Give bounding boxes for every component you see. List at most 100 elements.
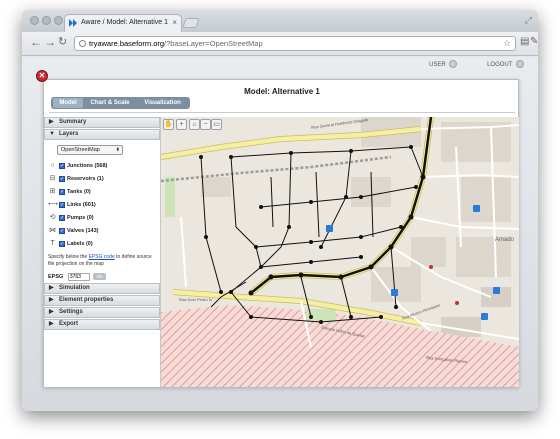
section-element-properties-label: Element properties [59, 297, 114, 303]
address-path: /?baseLayer=OpenStreetMap [164, 39, 263, 48]
pump-icon: ⟲ [49, 214, 56, 221]
layer-checkbox[interactable]: ✓ [59, 188, 65, 195]
layer-label: Tanks (0) [67, 189, 91, 195]
back-icon[interactable]: ← [30, 35, 42, 49]
layer-item-junctions[interactable]: ○ ✓ Junctions (568) [48, 161, 107, 170]
basemap-value: OpenStreetMap [61, 147, 100, 153]
expand-icon: ▶ [49, 321, 54, 327]
browser-window: Aware / Model: Alternative 1 × ⤢ ← → ↻ t… [22, 10, 538, 411]
model-title: Model: Alternative 1 [244, 87, 320, 96]
tab-model[interactable]: Model [53, 98, 83, 108]
select-arrows-icon: ⬍ [115, 147, 120, 153]
layer-item-reservoirs[interactable]: ⊟ ✓ Reservoirs (1) [48, 174, 104, 183]
reload-icon[interactable]: ↻ [58, 35, 67, 48]
fullscreen-icon[interactable]: ⤢ [525, 15, 532, 26]
layer-checkbox[interactable]: ✓ [59, 227, 65, 234]
measure-icon[interactable]: ▭ [211, 119, 222, 130]
expand-icon: ▶ [49, 119, 54, 125]
section-export[interactable]: ▶ Export [44, 319, 160, 330]
layer-label: Junctions (568) [67, 163, 108, 169]
section-element-properties[interactable]: ▶ Element properties [44, 295, 160, 306]
tab-visualization[interactable]: Visualization [137, 98, 188, 108]
section-simulation-label: Simulation [59, 285, 90, 291]
section-summary[interactable]: ▶ Summary [44, 117, 160, 128]
layers-panel: OpenStreetMap ⬍ ○ ✓ Junctions (568) ⊟ ✓ Rese… [44, 141, 160, 283]
browser-toolbar: ← → ↻ tryaware.baseform.org/?baseLayer=O… [22, 32, 538, 56]
layer-item-labels[interactable]: T ✓ Labels (0) [48, 239, 93, 248]
epsg-code-link[interactable]: EPSG code [89, 254, 115, 260]
layer-label: Pumps (0) [67, 215, 94, 221]
section-summary-label: Summary [59, 119, 87, 125]
browser-tab-title: Aware / Model: Alternative 1 [81, 19, 169, 26]
expand-icon: ▶ [49, 309, 54, 315]
map-canvas [161, 117, 519, 387]
user-icon [449, 60, 458, 68]
layer-label: Links (601) [67, 202, 96, 208]
layer-checkbox[interactable]: ✓ [59, 175, 65, 182]
section-settings-label: Settings [59, 309, 83, 315]
valve-icon: ⋈ [49, 227, 56, 234]
model-panel: Model: Alternative 1 Model Chart & Scale… [43, 79, 519, 387]
logout-link[interactable]: LOGOUT [473, 60, 524, 68]
address-domain: tryaware.baseform.org [89, 39, 165, 48]
dock-indicator [28, 378, 32, 396]
epsg-ok-button[interactable]: OK [93, 273, 107, 281]
street-label: Rua Dom Pedro IV [179, 297, 213, 302]
zoom-window-button[interactable] [54, 16, 63, 25]
label-icon: T [50, 240, 55, 247]
browser-tab[interactable]: Aware / Model: Alternative 1 × [64, 14, 182, 32]
epsg-input[interactable] [67, 273, 90, 281]
tab-strip: Aware / Model: Alternative 1 × ⤢ [22, 10, 538, 32]
link-icon: ⟷ [48, 201, 59, 208]
projection-note: Specify below the EPSG code to define so… [48, 254, 154, 267]
layer-checkbox[interactable]: ✓ [59, 214, 65, 221]
tank-icon: ⊞ [49, 188, 56, 195]
star-icon[interactable]: ☆ [503, 37, 511, 50]
layer-item-pumps[interactable]: ⟲ ✓ Pumps (0) [48, 213, 94, 222]
junction-icon: ○ [50, 162, 55, 169]
section-layers-label: Layers [59, 131, 79, 137]
network-map[interactable]: ✋ + ⌂ − ▭ Rua General Humberto Delgado R… [161, 117, 519, 387]
layer-checkbox[interactable]: ✓ [59, 162, 65, 169]
pan-tool-icon[interactable]: ✋ [163, 119, 174, 130]
zoom-in-icon[interactable]: + [176, 119, 187, 130]
layer-item-valves[interactable]: ⋈ ✓ Valves (143) [48, 226, 99, 235]
section-layers[interactable]: ▼ Layers [44, 129, 160, 140]
new-tab-button[interactable] [182, 18, 200, 28]
section-export-label: Export [59, 321, 79, 327]
layer-label: Reservoirs (1) [67, 176, 104, 182]
layer-item-tanks[interactable]: ⊞ ✓ Tanks (0) [48, 187, 91, 196]
address-bar[interactable]: tryaware.baseform.org/?baseLayer=OpenStr… [74, 36, 516, 51]
close-model-button[interactable]: ✕ [36, 70, 48, 82]
basemap-select[interactable]: OpenStreetMap ⬍ [57, 145, 123, 155]
section-simulation[interactable]: ▶ Simulation [44, 283, 160, 294]
forward-icon[interactable]: → [44, 35, 56, 49]
collapse-icon: ▼ [49, 131, 55, 137]
page-content: USER LOGOUT ✕ Model: Alternative 1 Model… [22, 57, 538, 411]
layer-label: Valves (143) [67, 228, 99, 234]
layer-checkbox[interactable]: ✓ [59, 240, 65, 247]
user-link[interactable]: USER [415, 60, 458, 68]
tab-close-icon[interactable]: × [172, 15, 177, 31]
page-icon[interactable]: ▤ [520, 36, 529, 47]
epsg-row: EPSG OK [48, 273, 107, 281]
user-label: USER [429, 61, 446, 68]
section-settings[interactable]: ▶ Settings [44, 307, 160, 318]
page-info-icon [79, 40, 86, 47]
zoom-out-icon[interactable]: − [200, 119, 211, 130]
projection-text-before: Specify below the [48, 254, 89, 260]
aware-favicon-icon [69, 19, 77, 27]
layer-checkbox[interactable]: ✓ [59, 201, 65, 208]
tab-chart-scale[interactable]: Chart & Scale [85, 98, 135, 108]
wrench-icon[interactable]: ✎ [530, 36, 538, 47]
place-label: Amado [495, 237, 515, 243]
minimize-window-button[interactable] [42, 16, 51, 25]
logout-label: LOGOUT [487, 61, 513, 68]
home-icon[interactable]: ⌂ [189, 119, 200, 130]
layer-item-links[interactable]: ⟷ ✓ Links (601) [48, 200, 96, 209]
close-window-button[interactable] [30, 16, 39, 25]
layer-label: Labels (0) [67, 241, 93, 247]
epsg-label: EPSG [48, 274, 64, 280]
reservoir-icon: ⊟ [49, 175, 56, 182]
expand-icon: ▶ [49, 297, 54, 303]
